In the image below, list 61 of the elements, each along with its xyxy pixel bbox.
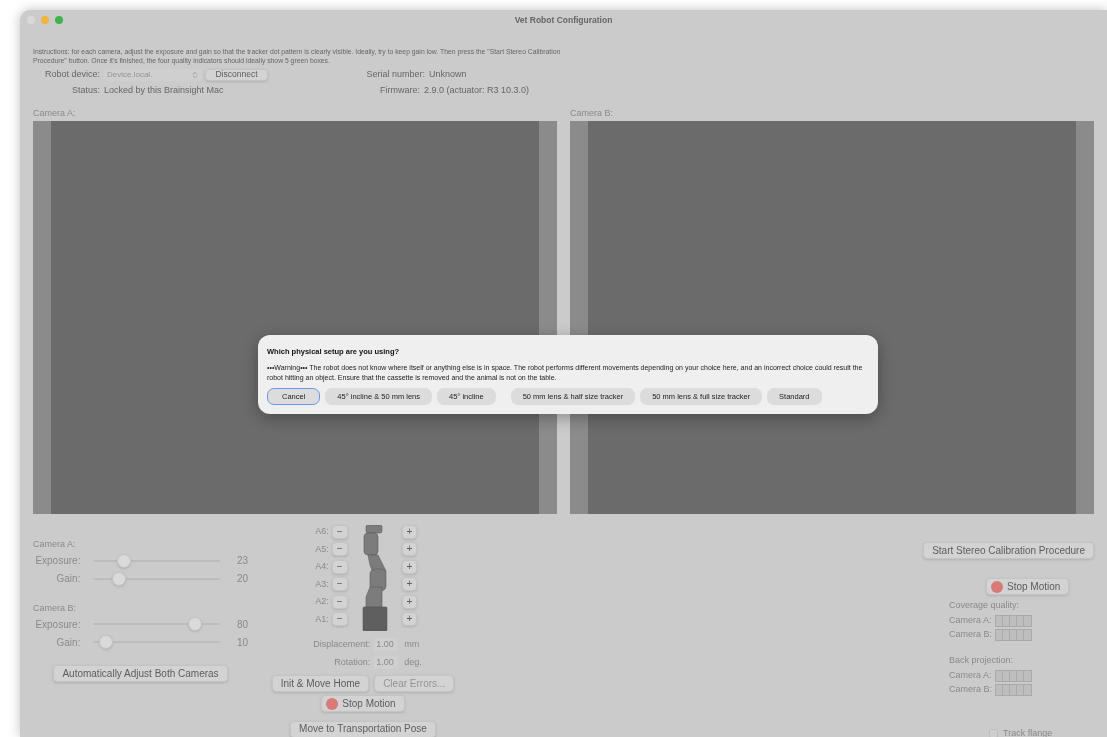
- step-label: Rotation:: [333, 655, 371, 669]
- slider-label: Gain:: [55, 635, 81, 650]
- axis-label: A1:: [314, 612, 329, 626]
- start-calibration-button[interactable]: Start Stereo Calibration Procedure: [923, 542, 1094, 559]
- increase-button[interactable]: +: [401, 559, 418, 574]
- quality-indicator: [994, 615, 1032, 627]
- slider-value: 10: [236, 635, 248, 650]
- slider-label: Exposure:: [34, 554, 81, 568]
- chevron-icon: [191, 70, 199, 79]
- field-label: Robot device:: [43, 67, 100, 81]
- quality-label: Camera B:: [949, 683, 992, 697]
- slider-value: 80: [236, 617, 248, 632]
- minimize-icon[interactable]: [41, 16, 49, 24]
- camera-label: Camera B:: [570, 107, 614, 120]
- field-value: Unknown: [429, 67, 467, 81]
- slider-label: Gain:: [55, 572, 81, 586]
- increase-button[interactable]: +: [401, 524, 418, 539]
- increase-button[interactable]: +: [401, 542, 418, 557]
- window-title: Vet Robot Configuration: [514, 13, 613, 27]
- quality-indicator: [995, 629, 1032, 641]
- increase-button[interactable]: +: [401, 577, 418, 592]
- slider-label: Exposure:: [34, 617, 81, 632]
- decrease-button[interactable]: −: [331, 559, 348, 574]
- field-value: Locked by this Brainsight Mac: [104, 83, 225, 97]
- axis-label: A5:: [314, 542, 329, 556]
- increase-button[interactable]: +: [401, 594, 418, 609]
- axis-label: A6:: [314, 525, 329, 538]
- disconnect-button[interactable]: Disconnect: [205, 68, 268, 81]
- axis-label: A3:: [314, 577, 329, 591]
- quality-title: Coverage quality:: [949, 599, 1021, 612]
- increase-button[interactable]: +: [401, 612, 418, 627]
- unit-label: mm: [404, 638, 420, 651]
- quality-label: Camera B:: [949, 628, 992, 642]
- slider-value: 23: [236, 554, 248, 568]
- auto-adjust-button[interactable]: Automatically Adjust Both Cameras: [53, 665, 228, 682]
- quality-indicator: [994, 670, 1032, 682]
- decrease-button[interactable]: −: [331, 594, 348, 609]
- slider-thumb[interactable]: [99, 635, 114, 649]
- field-value: 2.9.0 (actuator: R3 10.3.0): [424, 83, 530, 97]
- stop-motion-button[interactable]: Stop Motion: [321, 695, 405, 712]
- quality-title: Back projection:: [949, 654, 1015, 667]
- decrease-button[interactable]: −: [331, 577, 348, 592]
- field-label: Serial number:: [365, 67, 425, 81]
- axis-label: A2:: [314, 595, 329, 608]
- stop-motion-button[interactable]: Stop Motion: [986, 578, 1070, 595]
- field-label: Status:: [71, 83, 100, 97]
- quality-indicator: [995, 684, 1032, 696]
- slider-thumb[interactable]: [111, 571, 126, 586]
- decrease-button[interactable]: −: [331, 524, 348, 539]
- decrease-button[interactable]: −: [331, 612, 348, 627]
- field-label: Firmware:: [379, 83, 420, 97]
- camera-label: Camera B:: [33, 601, 77, 615]
- slider-thumb[interactable]: [116, 553, 131, 568]
- zoom-icon[interactable]: [55, 16, 63, 24]
- slider-value: 20: [236, 572, 248, 586]
- step-label: Displacement:: [312, 638, 371, 651]
- decrease-button[interactable]: −: [331, 542, 348, 557]
- robot-button[interactable]: Init & Move Home: [271, 675, 370, 692]
- transport-pose-button[interactable]: Move to Transportation Pose: [290, 720, 436, 737]
- slider-thumb[interactable]: [187, 617, 202, 631]
- axis-label: A4:: [314, 560, 329, 573]
